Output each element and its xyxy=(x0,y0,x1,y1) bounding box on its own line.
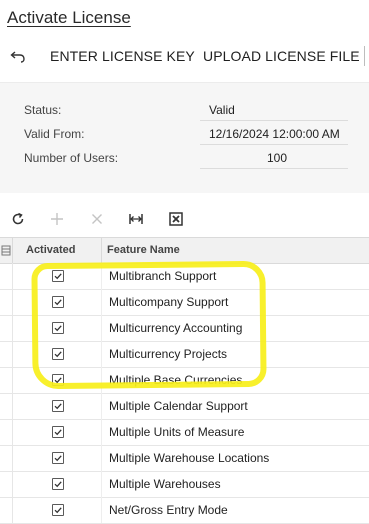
column-divider xyxy=(101,393,102,419)
feature-name-cell: Net/Gross Entry Mode xyxy=(109,503,228,517)
table-row[interactable]: Multiple Warehouses xyxy=(0,471,369,498)
toolbar-overflow-edge[interactable] xyxy=(364,46,369,66)
users-label: Number of Users: xyxy=(24,151,119,165)
status-underline xyxy=(200,120,348,121)
feature-name-cell: Multiple Units of Measure xyxy=(109,425,245,439)
column-divider xyxy=(101,289,102,315)
column-divider xyxy=(101,315,102,341)
column-divider xyxy=(101,497,102,523)
activated-checkbox[interactable] xyxy=(52,348,64,360)
users-value: 100 xyxy=(267,151,288,165)
main-toolbar: ENTER LICENSE KEY UPLOAD LICENSE FILE xyxy=(0,46,369,68)
row-selector[interactable] xyxy=(0,393,13,419)
table-row[interactable]: Multicurrency Accounting xyxy=(0,315,369,342)
activated-checkbox[interactable] xyxy=(52,400,64,412)
activated-checkbox[interactable] xyxy=(52,504,64,516)
feature-name-cell: Multibranch Support xyxy=(109,269,217,283)
license-summary: Status: Valid Valid From: 12/16/2024 12:… xyxy=(0,82,369,193)
valid-from-label: Valid From: xyxy=(24,127,85,141)
status-label: Status: xyxy=(24,103,62,117)
table-row[interactable]: Multicompany Support xyxy=(0,289,369,316)
row-selector[interactable] xyxy=(0,445,13,471)
delete-icon[interactable] xyxy=(88,210,106,228)
feature-name-cell: Multicurrency Accounting xyxy=(109,321,243,335)
users-underline xyxy=(200,168,348,169)
grid-header: Activated Feature Name xyxy=(0,237,369,264)
table-row[interactable]: Multibranch Support xyxy=(0,263,369,290)
page-title: Activate License xyxy=(7,8,131,27)
activated-checkbox[interactable] xyxy=(52,296,64,308)
row-selector[interactable] xyxy=(0,471,13,497)
column-divider xyxy=(101,341,102,367)
feature-name-cell: Multicompany Support xyxy=(109,295,229,309)
table-row[interactable]: Net/Gross Entry Mode xyxy=(0,497,369,524)
row-selector[interactable] xyxy=(0,367,13,393)
column-divider xyxy=(101,238,102,263)
activated-checkbox[interactable] xyxy=(52,374,64,386)
column-divider xyxy=(101,263,102,289)
feature-name-cell: Multiple Warehouses xyxy=(109,477,221,491)
row-selector-header[interactable] xyxy=(0,238,13,263)
activated-checkbox[interactable] xyxy=(52,452,64,464)
valid-from-underline xyxy=(200,144,348,145)
row-selector[interactable] xyxy=(0,315,13,341)
grid-settings-icon xyxy=(1,245,11,256)
table-row[interactable]: Multiple Calendar Support xyxy=(0,393,369,420)
table-row[interactable]: Multiple Base Currencies xyxy=(0,367,369,394)
column-header-feature-name[interactable]: Feature Name xyxy=(107,244,180,256)
row-selector[interactable] xyxy=(0,497,13,523)
column-divider xyxy=(101,367,102,393)
table-row[interactable]: Multiple Warehouse Locations xyxy=(0,445,369,472)
activated-checkbox[interactable] xyxy=(52,478,64,490)
status-value: Valid xyxy=(209,103,235,117)
feature-name-cell: Multicurrency Projects xyxy=(109,347,228,361)
row-selector[interactable] xyxy=(0,419,13,445)
column-divider xyxy=(101,445,102,471)
activated-checkbox[interactable] xyxy=(52,322,64,334)
row-selector[interactable] xyxy=(0,289,13,315)
export-excel-icon[interactable] xyxy=(167,210,185,228)
add-icon[interactable] xyxy=(48,210,66,228)
table-row[interactable]: Multiple Units of Measure xyxy=(0,419,369,446)
activated-checkbox[interactable] xyxy=(52,426,64,438)
grid-toolbar xyxy=(0,208,369,230)
enter-license-key-button[interactable]: ENTER LICENSE KEY xyxy=(50,48,195,64)
activated-checkbox[interactable] xyxy=(52,270,64,282)
table-row[interactable]: Multicurrency Projects xyxy=(0,341,369,368)
column-divider xyxy=(101,419,102,445)
column-header-activated[interactable]: Activated xyxy=(26,244,76,256)
valid-from-value: 12/16/2024 12:00:00 AM xyxy=(209,127,340,141)
feature-name-cell: Multiple Calendar Support xyxy=(109,399,248,413)
column-divider xyxy=(101,471,102,497)
upload-license-file-button[interactable]: UPLOAD LICENSE FILE xyxy=(203,48,360,64)
row-selector[interactable] xyxy=(0,263,13,289)
row-selector[interactable] xyxy=(0,341,13,367)
feature-name-cell: Multiple Base Currencies xyxy=(109,373,243,387)
refresh-icon[interactable] xyxy=(9,210,27,228)
undo-icon[interactable] xyxy=(9,47,27,65)
feature-name-cell: Multiple Warehouse Locations xyxy=(109,451,270,465)
fit-columns-icon[interactable] xyxy=(127,210,145,228)
